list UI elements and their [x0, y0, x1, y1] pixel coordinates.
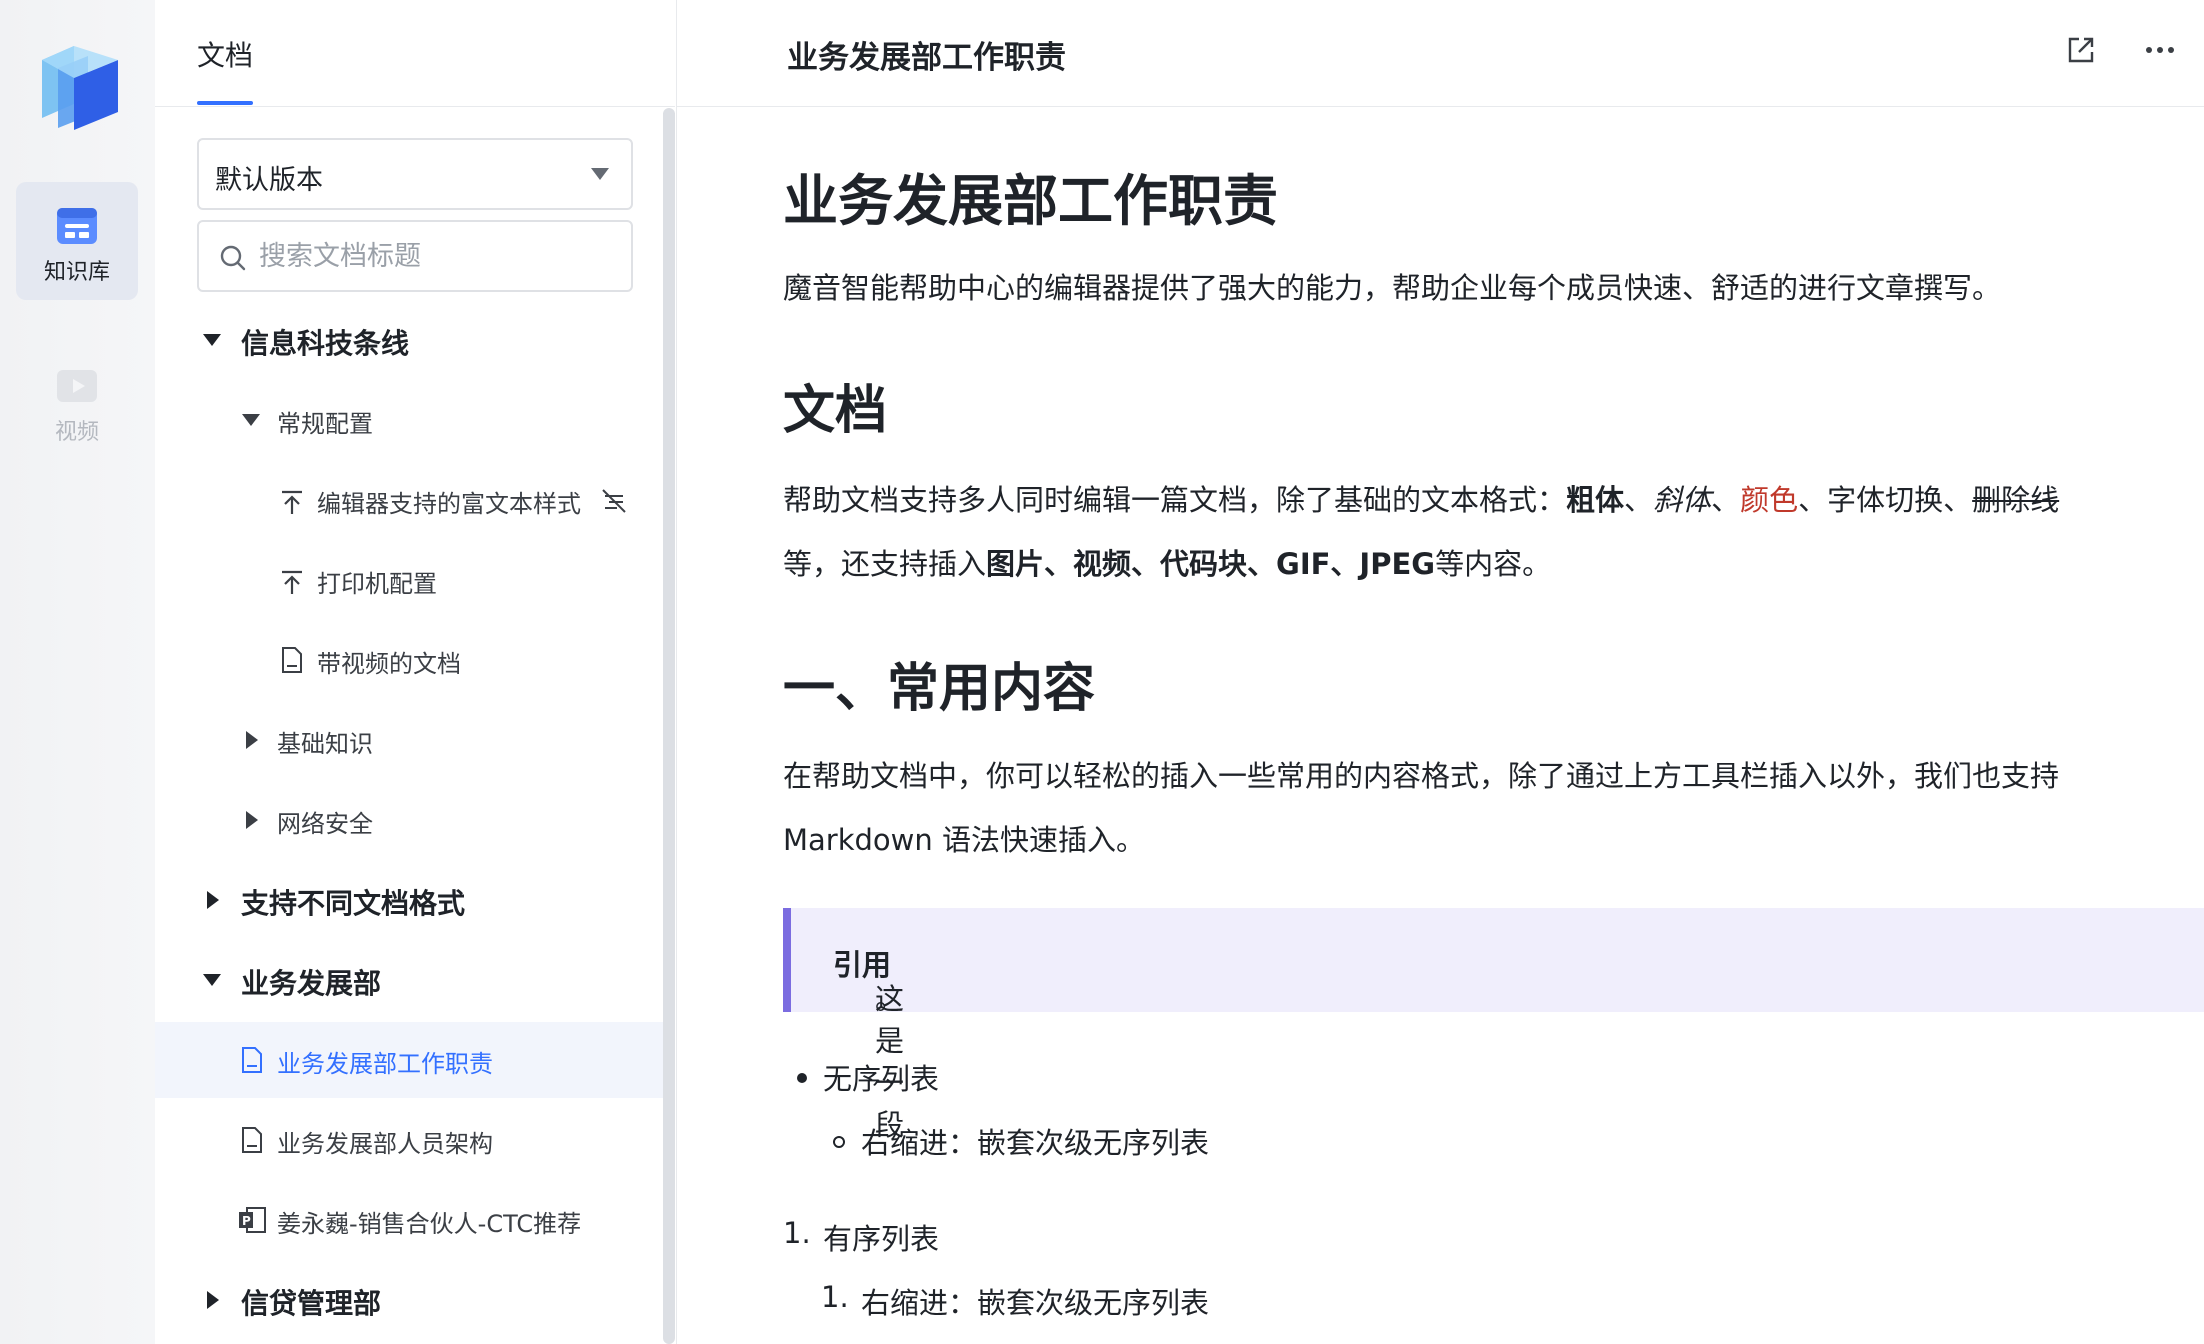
sidebar-header: 文档 [155, 0, 675, 107]
svg-text:P: P [242, 1214, 251, 1228]
tree-item-label: 网络安全 [277, 810, 373, 838]
text: 等，还支持插入 [783, 547, 987, 581]
knowledge-base-icon [57, 208, 97, 244]
tab-docs[interactable]: 文档 [197, 34, 253, 74]
tree-item-label: 支持不同文档格式 [241, 887, 466, 920]
tree-item-label: 业务发展部工作职责 [277, 1050, 493, 1078]
ol-sub-number: 1. [821, 1280, 849, 1314]
tree-item-printer-config[interactable]: 打印机配置 [155, 542, 663, 618]
tree-item-biz-dev-structure[interactable]: 业务发展部人员架构 [155, 1102, 663, 1178]
tree-item-label: 信息科技条线 [241, 327, 410, 360]
pinned-icon [282, 490, 302, 514]
doc-intro: 魔音智能帮助中心的编辑器提供了强大的能力，帮助企业每个成员快速、舒适的进行文章撰… [783, 271, 2002, 305]
bold-text: 图片、视频、代码块、GIF、JPEG [986, 547, 1436, 581]
document-icon [242, 1047, 262, 1073]
tree-item-info-tech[interactable]: 信息科技条线 [155, 302, 663, 378]
font-switch-text: 字体切换 [1827, 483, 1944, 517]
common-paragraph-line2: Markdown 语法快速插入。 [783, 823, 1145, 857]
document-icon [282, 647, 302, 673]
caret-down-icon[interactable] [242, 414, 260, 426]
strikethrough-text: 删除线 [1972, 483, 2060, 517]
caret-down-icon[interactable] [203, 334, 221, 346]
rail-item-knowledge-base[interactable]: 知识库 [16, 182, 138, 300]
rail-item-label: 知识库 [43, 260, 110, 285]
doc-topbar-title: 业务发展部工作职责 [787, 40, 1066, 76]
text: 、 [1943, 483, 1973, 517]
app-rail: 知识库 视频 [0, 0, 155, 1344]
text: 等内容。 [1435, 547, 1552, 581]
italic-text: 斜体 [1653, 483, 1712, 517]
sidebar-scrollbar[interactable] [663, 108, 675, 1344]
doc-sidebar: 文档 默认版本 信息科技条线 常规配置 编辑器支持的富文本样式 [155, 0, 675, 1344]
caret-down-icon[interactable] [203, 974, 221, 986]
tree-item-label: 业务发展部 [241, 967, 382, 1000]
doc-paragraph-inserts: 等，还支持插入图片、视频、代码块、GIF、JPEG等内容。 [783, 532, 1551, 596]
doc-main: 业务发展部工作职责 业务发展部工作职责 魔音智能帮助中心的编辑器提供了强大的能力… [676, 0, 2204, 1344]
quote-text: 这是一段 引用。 [833, 942, 904, 1142]
caret-right-icon[interactable] [207, 1291, 219, 1309]
doc-topbar: 业务发展部工作职责 [677, 0, 2204, 107]
bullet-circle-icon [833, 1136, 845, 1148]
pinned-icon [282, 570, 302, 594]
heading-doc: 文档 [783, 381, 888, 441]
document-icon [242, 1127, 262, 1153]
tree-item-video-doc[interactable]: 带视频的文档 [155, 622, 663, 698]
rail-item-label: 视频 [54, 420, 99, 445]
blockquote: 这是一段 引用。 [783, 908, 2204, 1142]
tree-item-biz-dev-duties[interactable]: 业务发展部工作职责 [155, 1022, 663, 1098]
doc-search[interactable] [197, 220, 633, 292]
tree-item-label: 基础知识 [277, 730, 373, 758]
tree-item-rich-text-styles[interactable]: 编辑器支持的富文本样式 [155, 462, 663, 538]
tree-item-label: 常规配置 [277, 410, 373, 438]
ppt-file-icon: P [239, 1207, 266, 1233]
ol-item: 有序列表 [823, 1222, 940, 1256]
tree-item-biz-dev[interactable]: 业务发展部 [155, 942, 663, 1018]
tree-item-label: 业务发展部人员架构 [277, 1130, 493, 1158]
tree-item-credit-mgmt[interactable]: 信贷管理部 [155, 1262, 663, 1338]
search-icon [220, 245, 246, 271]
tree-item-label: 信贷管理部 [241, 1287, 382, 1320]
text: 、 [1624, 483, 1654, 517]
bullet-dot-icon [797, 1073, 807, 1083]
text: 帮助文档支持多人同时编辑一篇文档，除了基础的文本格式： [783, 483, 1567, 517]
version-select-value: 默认版本 [215, 165, 323, 196]
bold-text: 粗体 [1566, 483, 1625, 517]
ol-sub-item: 右缩进：嵌套次级无序列表 [861, 1286, 1210, 1320]
doc-title: 业务发展部工作职责 [783, 169, 1279, 233]
caret-right-icon[interactable] [207, 891, 219, 909]
heading-common: 一、常用内容 [783, 659, 1096, 719]
text: 、 [1711, 483, 1741, 517]
colored-text: 颜色 [1740, 483, 1799, 517]
ol-number: 1. [783, 1216, 811, 1250]
video-icon [57, 370, 97, 402]
tree-item-doc-formats[interactable]: 支持不同文档格式 [155, 862, 663, 938]
ul-sub-item: 右缩进：嵌套次级无序列表 [861, 1126, 1210, 1160]
caret-right-icon[interactable] [246, 731, 258, 749]
tree-item-ctc-recommend[interactable]: P 姜永巍-销售合伙人-CTC推荐 [155, 1182, 663, 1258]
text: 、 [1798, 483, 1828, 517]
rail-item-video[interactable]: 视频 [16, 342, 138, 460]
more-icon[interactable] [2145, 46, 2175, 54]
search-input[interactable] [259, 236, 619, 276]
tree-item-label: 姜永巍-销售合伙人-CTC推荐 [277, 1210, 582, 1238]
text: 。 [875, 982, 905, 1016]
version-select[interactable]: 默认版本 [197, 138, 633, 210]
tree-item-basics[interactable]: 基础知识 [155, 702, 663, 778]
tree-item-label: 编辑器支持的富文本样式 [317, 490, 581, 518]
app-logo-icon [42, 46, 118, 130]
tree-item-network-security[interactable]: 网络安全 [155, 782, 663, 858]
ul-item: 无序列表 [823, 1062, 940, 1096]
tree-item-label: 打印机配置 [317, 570, 437, 598]
tree-item-general-config[interactable]: 常规配置 [155, 382, 663, 458]
open-external-icon[interactable] [2065, 34, 2097, 66]
hidden-icon[interactable] [599, 486, 629, 516]
tree-item-label: 带视频的文档 [317, 650, 461, 678]
common-paragraph-line1: 在帮助文档中，你可以轻松的插入一些常用的内容格式，除了通过上方工具栏插入以外，我… [783, 759, 2060, 793]
caret-down-icon [591, 168, 609, 180]
doc-paragraph-formats: 帮助文档支持多人同时编辑一篇文档，除了基础的文本格式：粗体、斜体、颜色、字体切换… [783, 468, 2059, 532]
active-tab-indicator [197, 101, 253, 105]
caret-right-icon[interactable] [246, 811, 258, 829]
